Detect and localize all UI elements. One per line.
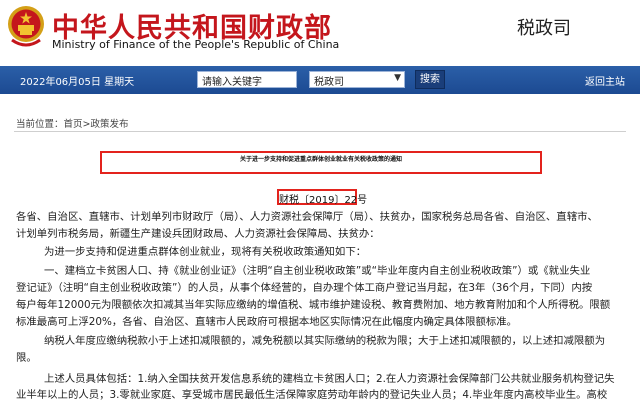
breadcrumb: 当前位置：首页>政策发布 — [16, 119, 129, 130]
site-header: 中华人民共和国财政部 Ministry of Finance of the Pe… — [0, 0, 640, 58]
article-line: 限。 — [16, 352, 37, 364]
article-line: 纳税人年度应缴纳税款小于上述扣减限额的，减免税额以其实际缴纳的税款为限；大于上述… — [44, 335, 606, 347]
article-line: 业半年以上的人员；3.零就业家庭、享受城市居民最低生活保障家庭劳动年龄内的登记失… — [16, 389, 608, 401]
ministry-name-en: Ministry of Finance of the People's Repu… — [52, 38, 340, 51]
divider — [14, 131, 626, 132]
doc-number-highlight: 财税〔2019〕22号 — [277, 189, 368, 206]
department-name: 税政司 — [517, 18, 571, 39]
article-line: 一、建档立卡贫困人口、持《就业创业证》（注明“自主创业税收政策”或“毕业年度内自… — [44, 265, 591, 277]
nav-bar: 2022年06月05日 星期天 请输入关键字 税政司 ▼ 搜索 返回主站 — [0, 66, 640, 94]
article-line: 登记证》（注明“自主创业税收政策”）的人员，从事个体经营的，自办理个体工商户登记… — [16, 282, 593, 294]
article-line: 各省、自治区、直辖市、计划单列市财政厅（局）、人力资源社会保障厅（局）、扶贫办，… — [16, 211, 598, 223]
current-date: 2022年06月05日 星期天 — [20, 77, 135, 88]
article-line: 标准最高可上浮20%，各省、自治区、直辖市人民政府可根据本地区实际情况在此幅度内… — [16, 316, 518, 328]
national-emblem-icon — [6, 4, 46, 48]
home-link[interactable]: 返回主站 — [585, 73, 625, 88]
department-select[interactable]: 税政司 ▼ — [309, 71, 405, 88]
page-title: 关于进一步支持和促进重点群体创业就业有关税收政策的通知 — [239, 156, 402, 163]
chevron-down-icon: ▼ — [394, 73, 401, 83]
article-line: 上述人员具体包括：1.纳入全国扶贫开发信息系统的建档立卡贫困人口；2.在人力资源… — [44, 373, 615, 385]
article-line: 为进一步支持和促进重点群体创业就业，现将有关税收政策通知如下： — [44, 246, 367, 258]
department-select-value: 税政司 — [314, 77, 344, 88]
doc-number: 财税〔2019〕22号 — [279, 195, 368, 206]
article-line: 计划单列市税务局，新疆生产建设兵团财政局、人力资源社会保障局、扶贫办： — [16, 228, 380, 240]
article-line: 每户每年12000元为限额依次扣减其当年实际应缴纳的增值税、城市维护建设税、教育… — [16, 299, 611, 311]
search-button[interactable]: 搜索 — [415, 70, 445, 89]
search-input[interactable]: 请输入关键字 — [197, 71, 297, 88]
title-highlight: 关于进一步支持和促进重点群体创业就业有关税收政策的通知 — [100, 151, 542, 174]
